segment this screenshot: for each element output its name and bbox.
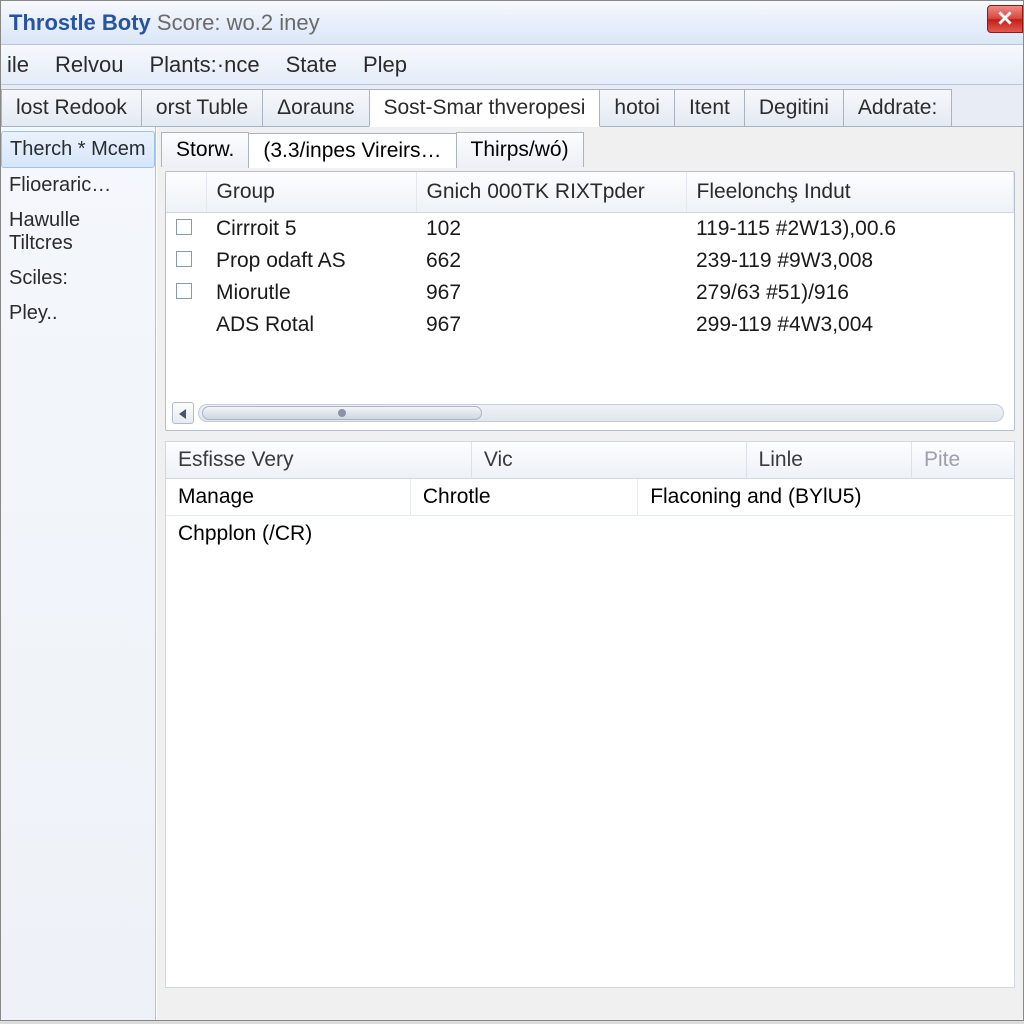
lc-manage: Manage bbox=[166, 479, 411, 515]
subtab-inpes[interactable]: (3.3/inpes Vireirs… bbox=[248, 133, 456, 168]
sidebar-item-sciles[interactable]: Sciles: bbox=[1, 261, 155, 296]
tab-sost-smar[interactable]: Sost-Smar thveropesi bbox=[369, 89, 601, 127]
cell-col3: 299-119 #4W3,004 bbox=[686, 309, 1014, 341]
sidebar-item-hawulle[interactable]: Hawulle Tiltcres bbox=[1, 203, 155, 261]
row-checkbox[interactable] bbox=[176, 251, 192, 267]
cell-col3: 119-115 #2W13),00.6 bbox=[686, 213, 1014, 246]
cell-group: Cirrroit 5 bbox=[206, 213, 416, 246]
menu-state[interactable]: State bbox=[286, 52, 337, 78]
menu-plants[interactable]: Plants:·nce bbox=[150, 52, 260, 78]
close-icon bbox=[998, 8, 1012, 31]
cell-col2: 662 bbox=[416, 245, 686, 277]
window-title: Throstle Boty Score: wo.2 iney bbox=[9, 10, 320, 36]
lower-headers: Esfisse Very Vic Linle Pite bbox=[165, 441, 1015, 478]
app-window: Throstle Boty Score: wo.2 iney ile Relvo… bbox=[0, 0, 1024, 1021]
cell-col2: 967 bbox=[416, 277, 686, 309]
menu-relvou[interactable]: Relvou bbox=[55, 52, 123, 78]
tab-addrate[interactable]: Addrate: bbox=[843, 89, 952, 126]
tab-hotoi[interactable]: hotoi bbox=[599, 89, 675, 126]
tab-doraune[interactable]: Δoraunɛ bbox=[262, 89, 369, 126]
lh-vic[interactable]: Vic bbox=[472, 442, 747, 478]
subtab-storw[interactable]: Storw. bbox=[161, 132, 249, 167]
col-gnich[interactable]: Gnich 000TK RIXTpder bbox=[416, 172, 686, 213]
tab-redook[interactable]: lost Redook bbox=[1, 89, 142, 126]
lc-flacon: Flaconing and (BYlU5) bbox=[638, 479, 1014, 515]
table-row[interactable]: ADS Rotal 967 299-119 #4W3,004 bbox=[166, 309, 1014, 341]
table-row[interactable]: Cirrroit 5 102 119-115 #2W13),00.6 bbox=[166, 213, 1014, 246]
scroll-thumb[interactable] bbox=[202, 406, 482, 420]
hscrollbar[interactable] bbox=[172, 402, 1008, 424]
row-checkbox[interactable] bbox=[176, 283, 192, 299]
main-panel: Storw. (3.3/inpes Vireirs… Thirps/wó) Gr… bbox=[156, 127, 1023, 1020]
tab-itent[interactable]: Itent bbox=[674, 89, 745, 126]
grip-icon bbox=[338, 409, 346, 417]
titlebar: Throstle Boty Score: wo.2 iney bbox=[1, 1, 1023, 45]
cell-col3: 239-119 #9W3,008 bbox=[686, 245, 1014, 277]
col-check[interactable] bbox=[166, 172, 206, 213]
menu-plep[interactable]: Plep bbox=[363, 52, 407, 78]
tab-tuble[interactable]: orst Tuble bbox=[141, 89, 263, 126]
cell-col2: 102 bbox=[416, 213, 686, 246]
sidebar-item-pley[interactable]: Pley.. bbox=[1, 296, 155, 331]
scroll-track[interactable] bbox=[198, 404, 1004, 422]
sidebar-item-flioeraric[interactable]: Flioeraric… bbox=[1, 168, 155, 203]
sidebar-item-therch[interactable]: Therch * Mcem bbox=[1, 131, 155, 168]
table-wrap: Group Gnich 000TK RIXTpder Fleelonchş In… bbox=[165, 171, 1015, 431]
table-header-row: Group Gnich 000TK RIXTpder Fleelonchş In… bbox=[166, 172, 1014, 213]
tab-degitini[interactable]: Degitini bbox=[744, 89, 844, 126]
lower-row[interactable]: Manage Chrotle Flaconing and (BYlU5) bbox=[166, 479, 1014, 516]
lower-panel: Manage Chrotle Flaconing and (BYlU5) Chp… bbox=[165, 478, 1015, 988]
table-row[interactable]: Prop odaft AS 662 239-119 #9W3,008 bbox=[166, 245, 1014, 277]
menu-file[interactable]: ile bbox=[7, 52, 29, 78]
cell-group: Miorutle bbox=[206, 277, 416, 309]
lh-linle[interactable]: Linle bbox=[747, 442, 912, 478]
subtabstrip: Storw. (3.3/inpes Vireirs… Thirps/wó) bbox=[157, 127, 1023, 167]
lh-esfisse[interactable]: Esfisse Very bbox=[166, 442, 472, 478]
main-tabstrip: lost Redook orst Tuble Δoraunɛ Sost-Smar… bbox=[1, 85, 1023, 127]
cell-col2: 967 bbox=[416, 309, 686, 341]
subtab-thirps[interactable]: Thirps/wó) bbox=[456, 132, 584, 167]
col-group[interactable]: Group bbox=[206, 172, 416, 213]
lc-chrotle: Chrotle bbox=[411, 479, 638, 515]
triangle-left-icon bbox=[179, 402, 187, 425]
sidebar: Therch * Mcem Flioeraric… Hawulle Tiltcr… bbox=[1, 127, 156, 1020]
cell-group: Prop odaft AS bbox=[206, 245, 416, 277]
menubar: ile Relvou Plants:·nce State Plep bbox=[1, 45, 1023, 85]
cell-group: ADS Rotal bbox=[206, 309, 416, 341]
body: Therch * Mcem Flioeraric… Hawulle Tiltcr… bbox=[1, 127, 1023, 1020]
row-checkbox[interactable] bbox=[176, 219, 192, 235]
close-button[interactable] bbox=[987, 5, 1023, 33]
data-table: Group Gnich 000TK RIXTpder Fleelonchş In… bbox=[166, 172, 1014, 341]
col-fleel[interactable]: Fleelonchş Indut bbox=[686, 172, 1014, 213]
lh-pite[interactable]: Pite bbox=[912, 442, 1014, 478]
cell-col3: 279/63 #51)/916 bbox=[686, 277, 1014, 309]
title-suffix: wo.2 iney bbox=[227, 10, 320, 35]
lower-detail: Chpplon (/CR) bbox=[166, 516, 1014, 552]
title-sub: Score: bbox=[157, 10, 221, 35]
scroll-left-button[interactable] bbox=[172, 402, 194, 424]
table-body: Cirrroit 5 102 119-115 #2W13),00.6 Prop … bbox=[166, 213, 1014, 342]
table-row[interactable]: Miorutle 967 279/63 #51)/916 bbox=[166, 277, 1014, 309]
app-name: Throstle Boty bbox=[9, 10, 151, 35]
